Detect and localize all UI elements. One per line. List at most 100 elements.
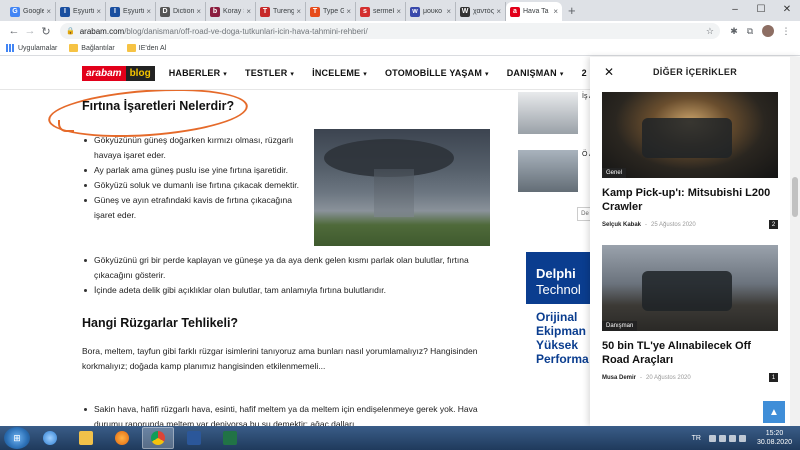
card-category[interactable]: Danışman: [602, 321, 638, 331]
taskbar-clock[interactable]: 15:20 30.08.2020: [757, 429, 792, 447]
card-image[interactable]: Genel: [602, 92, 778, 178]
tab-label: Diction: [173, 8, 195, 15]
list-item: Gökyüzünü gri bir perde kaplayan ve güne…: [82, 253, 482, 283]
close-tab-icon[interactable]: ×: [396, 7, 401, 16]
browser-tab-strip: GGoogle×IEşyurtio×IEşyurtio×DDiction×bKo…: [0, 0, 800, 21]
tray-icons: [708, 434, 749, 442]
comment-count[interactable]: 2: [769, 220, 778, 229]
extension-icon[interactable]: ✱: [726, 26, 742, 37]
tab-label: Eşyurtio: [73, 8, 94, 15]
url-input[interactable]: 🔒 arabam.com/blog/danisman/off-road-ve-d…: [60, 23, 720, 39]
browser-tab[interactable]: D Diction ×: [156, 2, 206, 21]
dictionary-icon: I: [60, 6, 70, 17]
menu-item-otomobille-yasam[interactable]: OTOMOBİLLE YAŞAM ▾: [385, 68, 489, 78]
close-tab-icon[interactable]: ×: [346, 7, 351, 16]
list-item: Güneş ve ayın etrafındaki kavis de fırtı…: [82, 193, 302, 223]
content-card[interactable]: Genel Kamp Pick-up'ı: Mitsubishi L200 Cr…: [602, 92, 778, 229]
browser-tab[interactable]: G Google ×: [6, 2, 56, 21]
delphi-ad-banner[interactable]: Delphi Technol Orijinal Ekipman Yüksek P…: [526, 252, 592, 398]
browser-tab[interactable]: IEşyurtio×: [56, 2, 106, 21]
arabam-icon: a: [510, 6, 520, 17]
browser-tab[interactable]: TType Gr×: [306, 2, 356, 21]
site-logo[interactable]: arabam blog: [82, 65, 155, 82]
bookmark-star-icon[interactable]: ☆: [706, 26, 714, 37]
volume-icon[interactable]: [738, 434, 746, 442]
folder-icon: [79, 431, 93, 445]
other-contents-panel: ✕ DİĞER İÇERİKLER Genel Kamp Pick-up'ı: …: [590, 57, 800, 426]
maximize-button[interactable]: ☐: [748, 0, 774, 21]
scrollbar-thumb[interactable]: [792, 177, 798, 217]
browser-tab[interactable]: bKoray Ş×: [206, 2, 256, 21]
system-tray: TR 15:20 30.08.2020: [692, 429, 800, 447]
menu-item-haberler[interactable]: HABERLER ▾: [169, 68, 227, 78]
chevron-down-icon: ▾: [223, 71, 228, 78]
close-tab-icon[interactable]: ×: [296, 7, 301, 16]
puzzle-icon[interactable]: ⧉: [742, 26, 758, 37]
bookmark-apps[interactable]: Uygulamalar: [6, 44, 57, 52]
taskbar-explorer[interactable]: [70, 427, 102, 449]
menu-item-testler[interactable]: TESTLER ▾: [245, 68, 294, 78]
tray-icon[interactable]: [708, 434, 716, 442]
chrome-icon: [151, 431, 165, 445]
taskbar-ie[interactable]: [34, 427, 66, 449]
close-tab-icon[interactable]: ×: [553, 7, 558, 16]
type-icon: T: [310, 6, 320, 17]
card-author[interactable]: Musa Demir: [602, 375, 636, 381]
taskbar-word[interactable]: [178, 427, 210, 449]
close-tab-icon[interactable]: ×: [96, 7, 101, 16]
tray-icon[interactable]: [728, 434, 736, 442]
comment-count[interactable]: 1: [769, 373, 778, 382]
close-tab-icon[interactable]: ×: [196, 7, 201, 16]
taskbar-media[interactable]: [106, 427, 138, 449]
minimize-button[interactable]: –: [722, 0, 748, 21]
excel-icon: [223, 431, 237, 445]
browser-tab[interactable]: w μουκο ×: [406, 2, 456, 21]
menu-item-inceleme[interactable]: İNCELEME ▾: [312, 68, 367, 78]
back-icon[interactable]: ←: [6, 25, 22, 37]
card-author[interactable]: Selçuk Kabak: [602, 222, 641, 228]
menu-dots-icon[interactable]: ⋮: [778, 26, 794, 37]
bookmark-ie-import[interactable]: IE'den Al: [126, 44, 166, 52]
browser-tab[interactable]: a Hava Ta ×: [506, 2, 562, 21]
forward-icon[interactable]: →: [22, 25, 38, 37]
related-thumbnail: [518, 92, 578, 134]
related-item[interactable]: Ö A: [518, 150, 598, 198]
taskbar-chrome[interactable]: [142, 427, 174, 449]
window-controls: – ☐ ✕: [722, 0, 800, 21]
card-title[interactable]: Kamp Pick-up'ı: Mitsubishi L200 Crawler: [602, 186, 778, 214]
close-tab-icon[interactable]: ×: [46, 7, 51, 16]
tab-label: Koray Ş: [223, 8, 244, 15]
tray-icon[interactable]: [718, 434, 726, 442]
wind-list: Sakin hava, hafifi rüzgarlı hava, esinti…: [82, 402, 492, 426]
taskbar-excel[interactable]: [214, 427, 246, 449]
browser-tab[interactable]: IEşyurtio×: [106, 2, 156, 21]
browser-tab[interactable]: s sermek ×: [356, 2, 406, 21]
list-item: Sakin hava, hafifi rüzgarlı hava, esinti…: [82, 402, 492, 426]
start-button[interactable]: ⊞: [4, 427, 30, 449]
list-item: İçinde adeta delik gibi açıklıklar olan …: [82, 283, 482, 298]
card-category[interactable]: Genel: [602, 168, 627, 178]
dictionary-icon: D: [160, 6, 170, 17]
new-tab-button[interactable]: +: [568, 2, 576, 21]
menu-item-danisman[interactable]: DANIŞMAN ▾: [507, 68, 564, 78]
close-tab-icon[interactable]: ×: [246, 7, 251, 16]
menu-item-more[interactable]: 2: [582, 68, 587, 78]
page-scrollbar[interactable]: [790, 57, 800, 426]
content-card[interactable]: Danışman 50 bin TL'ye Alınabilecek Off R…: [602, 245, 778, 382]
bookmark-links[interactable]: Bağlantılar: [69, 44, 115, 52]
card-title[interactable]: 50 bin TL'ye Alınabilecek Off Road Araçl…: [602, 339, 778, 367]
related-item[interactable]: İş A: [518, 92, 598, 140]
card-image[interactable]: Danışman: [602, 245, 778, 331]
reload-icon[interactable]: ↻: [38, 25, 54, 38]
language-indicator[interactable]: TR: [692, 435, 701, 442]
close-window-button[interactable]: ✕: [774, 0, 800, 21]
lock-icon[interactable]: 🔒: [66, 27, 75, 35]
close-tab-icon[interactable]: ×: [146, 7, 151, 16]
apps-icon: [6, 44, 15, 52]
scroll-to-top-button[interactable]: ▲: [763, 401, 785, 423]
browser-tab[interactable]: Wχαντός ×: [456, 2, 506, 21]
profile-avatar[interactable]: [762, 25, 774, 37]
browser-tab[interactable]: T Tureng ×: [256, 2, 306, 21]
close-tab-icon[interactable]: ×: [496, 7, 501, 16]
close-tab-icon[interactable]: ×: [446, 7, 451, 16]
